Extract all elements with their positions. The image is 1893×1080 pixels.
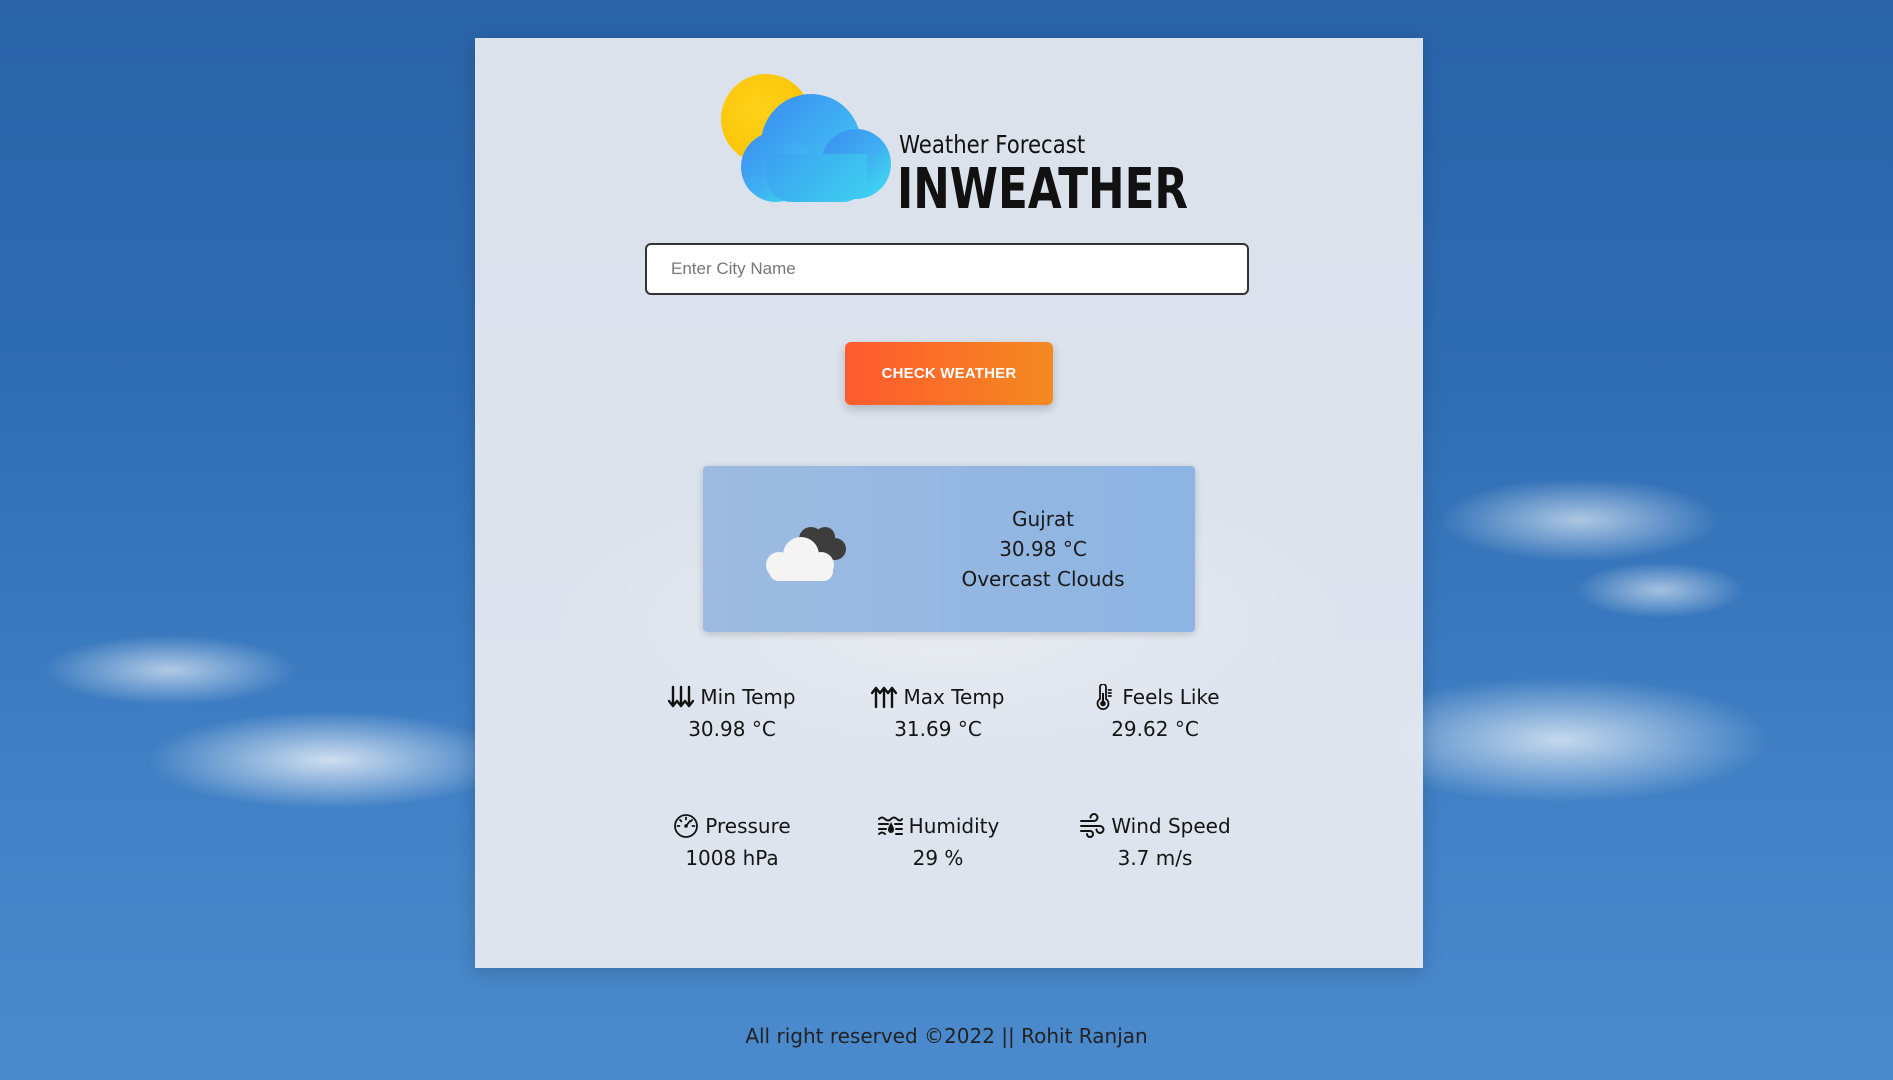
max-temp-label: Max Temp	[903, 685, 1005, 709]
city-name: Gujrat	[1011, 507, 1075, 531]
humidity-value: 29 %	[912, 846, 964, 870]
humidity-icon	[877, 816, 903, 835]
pressure-value: 1008 hPa	[685, 846, 779, 870]
current-temperature: 30.98 °C	[999, 537, 1087, 561]
wind-speed-label: Wind Speed	[1111, 814, 1231, 838]
city-search-input[interactable]	[645, 243, 1249, 295]
stat-pressure: Pressure 1008 hPa	[632, 811, 832, 873]
stat-wind-speed: Wind Speed 3.7 m/s	[1055, 811, 1255, 873]
feels-like-value: 29.62 °C	[1111, 717, 1199, 741]
footer-copyright: All right reserved ©2022 || Rohit Ranjan	[745, 1024, 1148, 1048]
app-logo: Weather Forecast INWEATHER	[721, 74, 1188, 218]
stat-max-temp: Max Temp 31.69 °C	[838, 682, 1038, 744]
overcast-clouds-icon	[766, 527, 846, 581]
feels-like-label: Feels Like	[1122, 685, 1220, 709]
main-card: Weather Forecast INWEATHER CHECK WEATHER…	[475, 38, 1423, 968]
min-temp-label: Min Temp	[700, 685, 796, 709]
stat-humidity: Humidity 29 %	[838, 811, 1038, 873]
cloud-logo-icon	[741, 94, 891, 204]
check-weather-button[interactable]: CHECK WEATHER	[845, 342, 1053, 405]
weather-description: Overcast Clouds	[961, 567, 1125, 591]
gauge-icon	[674, 814, 699, 838]
wind-speed-value: 3.7 m/s	[1117, 846, 1193, 870]
weather-summary: Gujrat 30.98 °C Overcast Clouds	[933, 504, 1153, 594]
thermometer-icon	[1096, 684, 1113, 710]
pressure-label: Pressure	[705, 814, 791, 838]
arrows-down-icon	[668, 685, 695, 708]
humidity-label: Humidity	[908, 814, 1000, 838]
stat-min-temp: Min Temp 30.98 °C	[632, 682, 832, 744]
arrows-up-icon	[871, 686, 898, 709]
app-tagline: Weather Forecast	[899, 130, 1086, 159]
app-brand-name: INWEATHER	[897, 157, 1189, 222]
stat-feels-like: Feels Like 29.62 °C	[1055, 682, 1255, 744]
min-temp-value: 30.98 °C	[688, 717, 776, 741]
wind-icon	[1080, 813, 1105, 838]
weather-result-card: Gujrat 30.98 °C Overcast Clouds	[703, 466, 1195, 632]
max-temp-value: 31.69 °C	[894, 717, 982, 741]
